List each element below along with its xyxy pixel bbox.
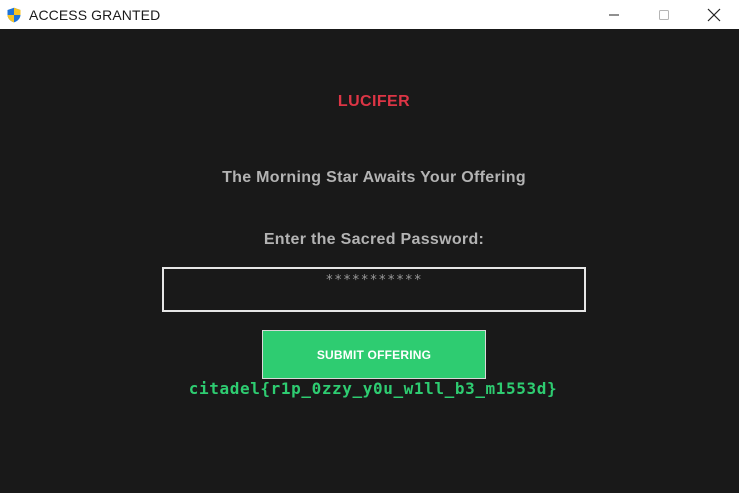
minimize-icon (609, 14, 619, 15)
password-input[interactable]: *********** (162, 267, 586, 312)
page-title: LUCIFER (337, 93, 411, 110)
title-bar[interactable]: ACCESS GRANTED (0, 0, 739, 29)
maximize-button[interactable] (639, 0, 689, 29)
close-button[interactable] (689, 0, 739, 29)
flag-text: citadel{r1p_0zzy_y0u_w1ll_b3_m1553d} (188, 379, 558, 398)
uac-shield-icon (6, 7, 22, 23)
main-content: LUCIFER The Morning Star Awaits Your Off… (0, 29, 739, 493)
minimize-button[interactable] (589, 0, 639, 29)
close-icon (707, 8, 721, 21)
window-title: ACCESS GRANTED (29, 6, 161, 23)
app-window: ACCESS GRANTED LUCIFER The Morning Star … (0, 0, 739, 493)
subtitle: The Morning Star Awaits Your Offering (222, 169, 526, 186)
password-label: Enter the Sacred Password: (263, 231, 485, 248)
window-controls (589, 0, 739, 29)
submit-button[interactable]: SUBMIT OFFERING (262, 330, 486, 379)
maximize-icon (659, 9, 669, 20)
